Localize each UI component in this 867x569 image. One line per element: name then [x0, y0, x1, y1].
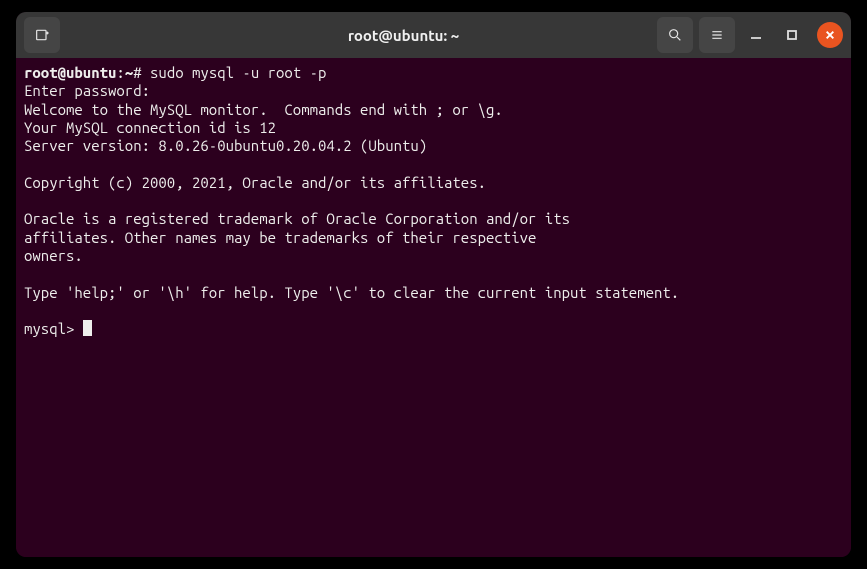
new-tab-icon	[34, 27, 50, 43]
output-line: Type 'help;' or '\h' for help. Type '\c'…	[24, 284, 843, 302]
output-line: Server version: 8.0.26-0ubuntu0.20.04.2 …	[24, 137, 843, 155]
close-button[interactable]	[817, 22, 843, 48]
maximize-icon	[786, 29, 798, 41]
titlebar: root@ubuntu: ~	[16, 12, 851, 58]
output-line	[24, 155, 843, 173]
hamburger-icon	[709, 27, 725, 43]
output-line: Welcome to the MySQL monitor. Commands e…	[24, 101, 843, 119]
prompt-path: ~	[125, 64, 133, 81]
command-text: sudo mysql -u root -p	[150, 64, 326, 81]
prompt-line: root@ubuntu:~# sudo mysql -u root -p	[24, 64, 843, 82]
prompt-char: #	[133, 64, 141, 81]
output-line: Your MySQL connection id is 12	[24, 119, 843, 137]
minimize-button[interactable]	[741, 20, 771, 50]
output-line	[24, 192, 843, 210]
new-tab-button[interactable]	[24, 17, 60, 53]
output-line	[24, 265, 843, 283]
output-line: affiliates. Other names may be trademark…	[24, 229, 843, 247]
output-line: Copyright (c) 2000, 2021, Oracle and/or …	[24, 174, 843, 192]
terminal-window: root@ubuntu: ~ root@ubuntu:~# sudo mysql…	[16, 12, 851, 557]
prompt-user: root@ubuntu	[24, 64, 116, 81]
output-line: Oracle is a registered trademark of Orac…	[24, 210, 843, 228]
output-line: Enter password:	[24, 82, 843, 100]
prompt-sep: :	[116, 64, 124, 81]
mysql-prompt: mysql>	[24, 320, 83, 337]
menu-button[interactable]	[699, 17, 735, 53]
output-line	[24, 302, 843, 320]
titlebar-right	[633, 17, 843, 53]
search-button[interactable]	[657, 17, 693, 53]
maximize-button[interactable]	[777, 20, 807, 50]
search-icon	[667, 27, 683, 43]
output-line: owners.	[24, 247, 843, 265]
minimize-icon	[750, 29, 762, 41]
cursor	[83, 320, 92, 336]
close-icon	[825, 30, 835, 40]
window-title: root@ubuntu: ~	[180, 27, 627, 44]
terminal-body[interactable]: root@ubuntu:~# sudo mysql -u root -pEnte…	[16, 58, 851, 557]
titlebar-left	[24, 17, 174, 53]
mysql-prompt-line: mysql>	[24, 320, 843, 338]
